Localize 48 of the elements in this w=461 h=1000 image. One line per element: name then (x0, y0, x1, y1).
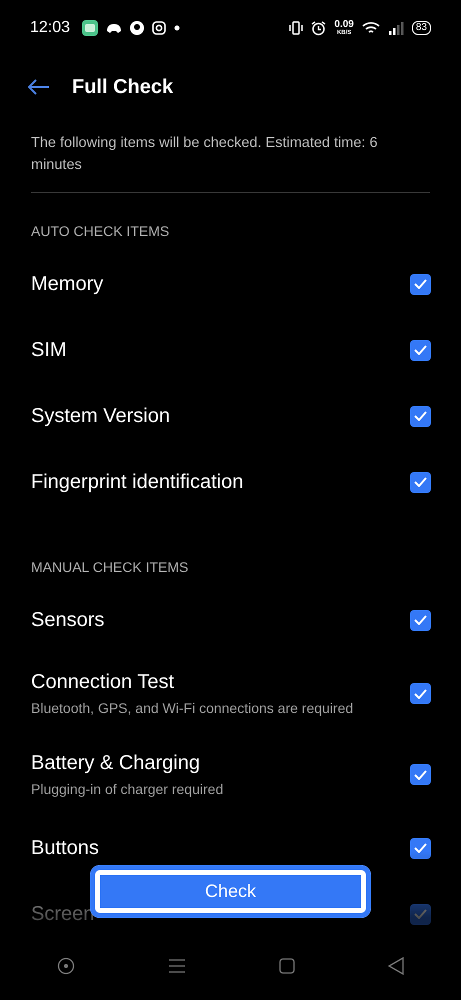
check-item-hint: Plugging-in of charger required (31, 781, 224, 797)
check-item-label: Sensors (31, 608, 104, 632)
wifi-icon (362, 21, 380, 35)
section-header: AUTO CHECK ITEMS (30, 222, 170, 241)
checkbox[interactable] (410, 406, 431, 426)
page-title: Full Check (72, 76, 174, 98)
check-icon (414, 770, 427, 780)
checkbox[interactable] (410, 610, 431, 630)
checkbox[interactable] (410, 904, 431, 924)
check-item-label: Memory (31, 272, 104, 296)
check-item-label: Battery & Charging (31, 752, 201, 775)
check-item-label: System Version (31, 404, 170, 428)
check-icon (414, 411, 427, 421)
check-item-label: Fingerprint identification (31, 470, 244, 494)
alarm-icon (311, 20, 326, 36)
description-text: The following items will be checked. Estimated time: 6 minutes (31, 132, 430, 193)
dot-icon (174, 25, 180, 31)
status-time: 12:03 (30, 19, 70, 37)
check-icon (414, 909, 427, 919)
check-button[interactable]: Check (90, 865, 371, 918)
back-nav-icon[interactable] (388, 957, 404, 975)
check-item-label: Connection Test (31, 671, 176, 694)
network-speed: 0.09 (334, 20, 354, 30)
section-header: MANUAL CHECK ITEMS (30, 558, 190, 577)
checkbox[interactable] (410, 274, 431, 294)
signal-icon (388, 21, 404, 35)
check-icon (414, 688, 427, 698)
check-item-hint: Bluetooth, GPS, and Wi-Fi connections are required (31, 700, 354, 716)
checkbox[interactable] (410, 683, 431, 704)
check-icon (414, 843, 427, 853)
menu-nav-icon[interactable] (168, 958, 186, 974)
check-item-label: SIM (31, 338, 67, 362)
check-icon (414, 477, 427, 487)
check-item-label: Buttons (31, 836, 99, 860)
home-nav-icon[interactable] (279, 958, 296, 974)
camera-icon (152, 21, 166, 35)
check-icon (414, 279, 427, 289)
check-icon (414, 615, 427, 625)
checkbox[interactable] (410, 838, 431, 858)
battery-level: 83 (412, 21, 431, 35)
checkbox[interactable] (410, 764, 431, 785)
assistant-nav-icon[interactable] (56, 957, 75, 975)
back-arrow-icon[interactable] (28, 79, 50, 95)
check-icon (414, 345, 427, 355)
checkbox[interactable] (410, 472, 431, 492)
checkbox[interactable] (410, 340, 431, 360)
vibrate-icon (289, 21, 304, 35)
chat-app-icon (82, 20, 98, 36)
